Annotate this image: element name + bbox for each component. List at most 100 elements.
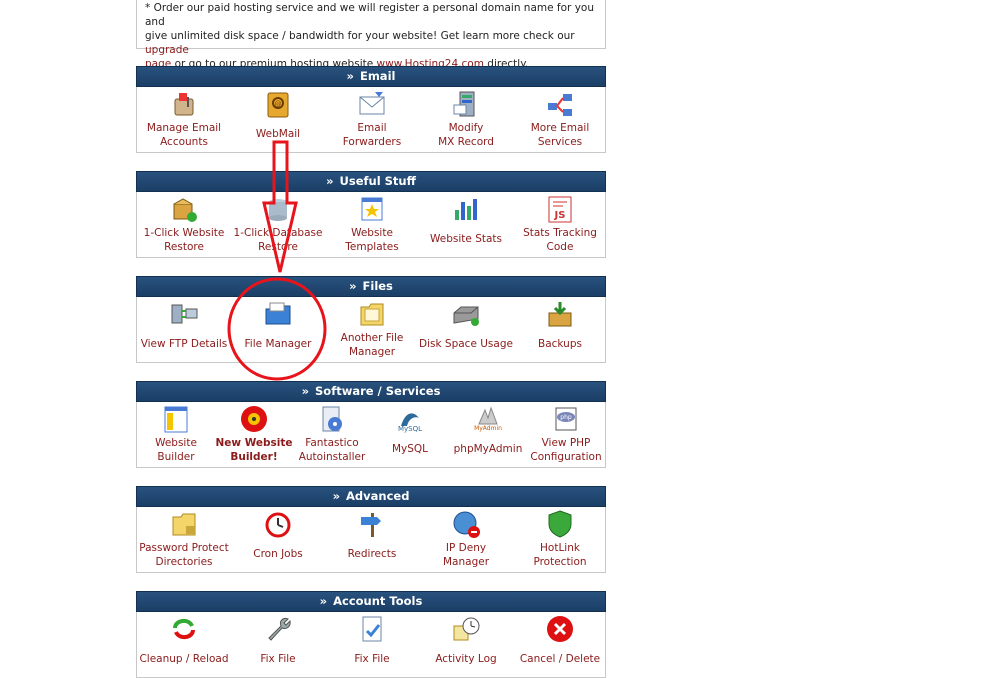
tile-label[interactable]: Password Protect Directories (137, 541, 231, 569)
tile-label-line-2[interactable]: Builder! (230, 451, 277, 463)
tile-label[interactable]: View PHP Configuration (527, 436, 605, 464)
tile-ftp[interactable]: View FTP Details (137, 297, 231, 362)
tile-label-line-1[interactable]: Website (155, 437, 197, 449)
shield-icon[interactable] (545, 509, 575, 539)
tile-globe-deny[interactable]: IP Deny Manager (419, 507, 513, 572)
tile-label[interactable]: Cancel / Delete (513, 652, 607, 666)
tile-signpost[interactable]: Redirects (325, 507, 419, 572)
installer-icon[interactable] (317, 404, 347, 434)
tile-label[interactable]: Website Stats (419, 232, 513, 246)
envelope-icon[interactable] (357, 89, 387, 119)
server-mail-icon[interactable] (451, 89, 481, 119)
tile-label-line-1[interactable]: Cancel / Delete (520, 653, 600, 665)
tile-label-line-1[interactable]: View PHP (542, 437, 591, 449)
tile-label[interactable]: Disk Space Usage (419, 337, 513, 351)
tile-bar-chart[interactable]: Website Stats (419, 192, 513, 257)
tile-label-line-2[interactable]: Restore (164, 241, 204, 253)
tile-label[interactable]: Stats Tracking Code (513, 226, 607, 254)
phpmyadmin-icon[interactable]: MyAdmin (473, 404, 503, 434)
tile-label-line-2[interactable]: Forwarders (343, 136, 401, 148)
tile-phpmyadmin[interactable]: MyAdmin phpMyAdmin (449, 402, 527, 467)
tile-label[interactable]: Backups (513, 337, 607, 351)
red-disc-icon[interactable] (239, 404, 269, 434)
tile-label[interactable]: Cron Jobs (231, 547, 325, 561)
tile-label[interactable]: New Website Builder! (215, 436, 293, 464)
tile-label-line-1[interactable]: 1-Click Database (234, 227, 323, 239)
tile-label-line-1[interactable]: HotLink (540, 542, 580, 554)
tile-label-line-1[interactable]: IP Deny (446, 542, 486, 554)
tile-label-line-2[interactable]: Protection (533, 556, 586, 568)
clock-log-icon[interactable] (451, 614, 481, 644)
tile-shield[interactable]: HotLink Protection (513, 507, 607, 572)
tile-label[interactable]: Another File Manager (325, 331, 419, 359)
address-book-icon[interactable]: @ (263, 89, 293, 119)
tile-address-book[interactable]: @ WebMail (231, 87, 325, 152)
tile-lock-folder[interactable]: Password Protect Directories (137, 507, 231, 572)
tile-label-line-1[interactable]: Website (351, 227, 393, 239)
tile-label[interactable]: Website Builder (137, 436, 215, 464)
tile-label-line-1[interactable]: Manage Email (147, 122, 221, 134)
tile-label-line-1[interactable]: Fix File (260, 653, 295, 665)
tile-cancel[interactable]: Cancel / Delete (513, 612, 607, 677)
tile-label-line-1[interactable]: More Email (531, 122, 590, 134)
tile-label[interactable]: More Email Services (513, 121, 607, 149)
tile-label[interactable]: Activity Log (419, 652, 513, 666)
tile-red-disc[interactable]: New Website Builder! (215, 402, 293, 467)
tile-server-mail[interactable]: Modify MX Record (419, 87, 513, 152)
tile-label[interactable]: HotLink Protection (513, 541, 607, 569)
tile-label[interactable]: Modify MX Record (419, 121, 513, 149)
tile-hard-disk[interactable]: Disk Space Usage (419, 297, 513, 362)
tile-label-line-1[interactable]: Cron Jobs (253, 548, 303, 560)
document-check-icon[interactable] (357, 614, 387, 644)
tile-label-line-2[interactable]: Accounts (160, 136, 208, 148)
tile-label[interactable]: Fix File (231, 652, 325, 666)
tile-envelope[interactable]: Email Forwarders (325, 87, 419, 152)
tile-file-manager[interactable]: File Manager (231, 297, 325, 362)
tile-alarm-clock[interactable]: Cron Jobs (231, 507, 325, 572)
tile-template-star[interactable]: Website Templates (325, 192, 419, 257)
tile-label[interactable]: Fix File (325, 652, 419, 666)
tile-installer[interactable]: Fantastico Autoinstaller (293, 402, 371, 467)
bar-chart-icon[interactable] (451, 194, 481, 224)
tile-label[interactable]: 1-Click Database Restore (231, 226, 325, 254)
php-icon[interactable]: php (551, 404, 581, 434)
alarm-clock-icon[interactable] (263, 509, 293, 539)
tile-label[interactable]: File Manager (231, 337, 325, 351)
tile-box-restore[interactable]: 1-Click Website Restore (137, 192, 231, 257)
tile-label-line-1[interactable]: Modify (449, 122, 484, 134)
tile-label-line-2[interactable]: Services (538, 136, 582, 148)
tile-label[interactable]: Cleanup / Reload (137, 652, 231, 666)
globe-deny-icon[interactable] (451, 509, 481, 539)
tile-mysql[interactable]: MySQL MySQL (371, 402, 449, 467)
template-star-icon[interactable] (357, 194, 387, 224)
tile-label-line-1[interactable]: Redirects (348, 548, 397, 560)
tile-wrench[interactable]: Fix File (231, 612, 325, 677)
tile-label-line-1[interactable]: Cleanup / Reload (139, 653, 228, 665)
tile-label-line-1[interactable]: Password Protect (139, 542, 229, 554)
file-manager-icon[interactable] (263, 299, 293, 329)
tile-label[interactable]: IP Deny Manager (419, 541, 513, 569)
network-icon[interactable] (545, 89, 575, 119)
tile-label[interactable]: MySQL (371, 442, 449, 456)
tile-label[interactable]: phpMyAdmin (449, 442, 527, 456)
database-restore-icon[interactable] (263, 194, 293, 224)
tile-label-line-2[interactable]: Builder (157, 451, 194, 463)
box-restore-icon[interactable] (169, 194, 199, 224)
js-code-icon[interactable]: JS (545, 194, 575, 224)
tile-label-line-2[interactable]: MX Record (438, 136, 494, 148)
tile-label-line-2[interactable]: Configuration (530, 451, 601, 463)
tile-label[interactable]: 1-Click Website Restore (137, 226, 231, 254)
cancel-icon[interactable] (545, 614, 575, 644)
tile-label-line-1[interactable]: Disk Space Usage (419, 338, 513, 350)
tile-label-line-1[interactable]: View FTP Details (141, 338, 228, 350)
tile-network[interactable]: More Email Services (513, 87, 607, 152)
tile-label-line-1[interactable]: New Website (215, 437, 292, 449)
tile-label-line-1[interactable]: File Manager (245, 338, 312, 350)
tile-label-line-1[interactable]: Activity Log (435, 653, 496, 665)
tile-label[interactable]: View FTP Details (137, 337, 231, 351)
upgrade-link[interactable]: upgrade (145, 44, 189, 56)
tile-label-line-2[interactable]: Autoinstaller (299, 451, 366, 463)
tile-clock-log[interactable]: Activity Log (419, 612, 513, 677)
tile-backup-box[interactable]: Backups (513, 297, 607, 362)
tile-label[interactable]: WebMail (231, 127, 325, 141)
